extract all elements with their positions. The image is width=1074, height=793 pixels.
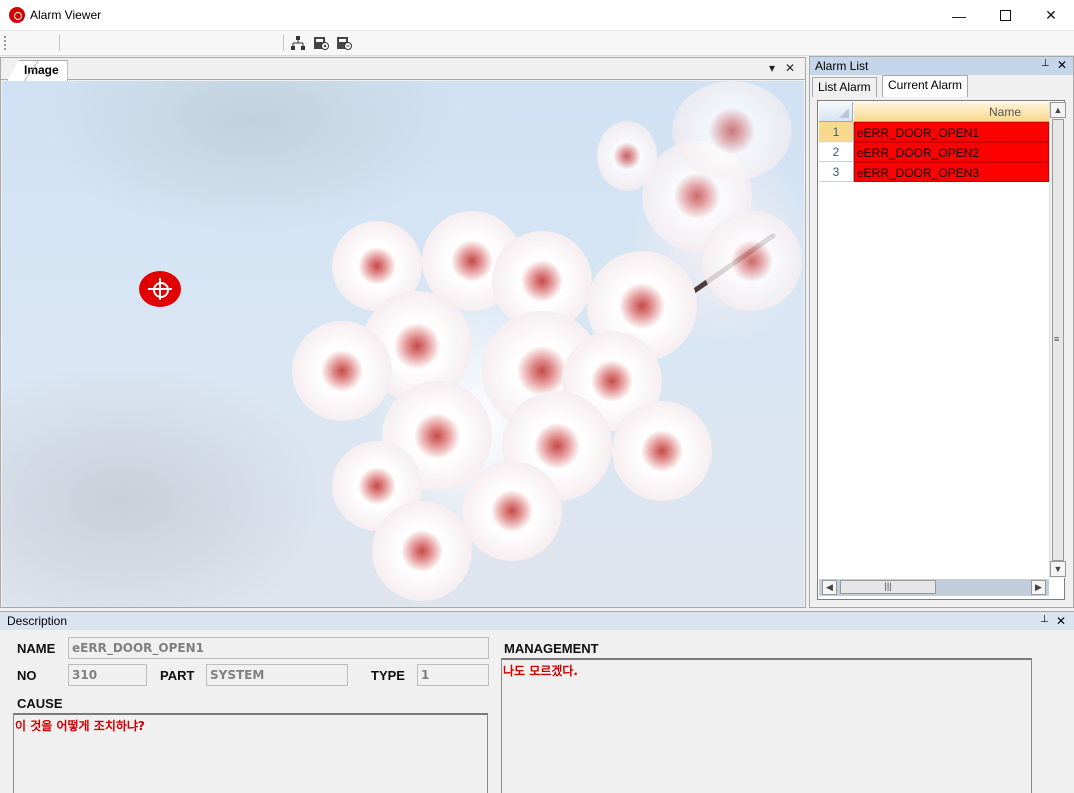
dropdown-icon[interactable]: ▾ (769, 61, 775, 75)
cause-textarea[interactable]: 이 것을 어떻게 조치하냐? (13, 713, 488, 793)
minimize-button[interactable]: — (936, 0, 982, 31)
maximize-icon (999, 10, 1011, 21)
vertical-scroll-thumb[interactable]: ≡ (1052, 119, 1064, 561)
tab-image[interactable]: Image (7, 60, 68, 81)
horizontal-scroll-thumb[interactable]: ||| (840, 580, 936, 594)
crosshair-marker-icon[interactable] (139, 271, 181, 307)
cause-label: CAUSE (17, 696, 63, 711)
part-field[interactable]: SYSTEM (206, 664, 348, 686)
device-config-icon[interactable] (336, 35, 352, 51)
alarm-name-cell[interactable]: eERR_DOOR_OPEN2 (854, 142, 1049, 162)
row-number: 3 (819, 162, 854, 182)
tab-current-alarm[interactable]: Current Alarm (882, 75, 969, 97)
description-panel: Description ⊥ ✕ NAME eERR_DOOR_OPEN1 NO … (0, 611, 1074, 793)
table-row[interactable]: 1 eERR_DOOR_OPEN1 (819, 122, 1049, 142)
table-row[interactable]: 2 eERR_DOOR_OPEN2 (819, 142, 1049, 162)
app-icon (9, 7, 25, 23)
name-field[interactable]: eERR_DOOR_OPEN1 (68, 637, 489, 659)
blossom (597, 121, 657, 191)
description-title: Description (7, 614, 68, 628)
blossom-photo[interactable] (2, 81, 804, 607)
type-label: TYPE (371, 668, 405, 683)
vertical-scrollbar[interactable]: ▲ ≡ ▼ (1049, 102, 1066, 578)
blossom (702, 211, 802, 311)
management-label: MANAGEMENT (504, 641, 599, 656)
pin-icon[interactable]: ⊥ (1040, 614, 1049, 625)
close-panel-icon[interactable]: ✕ (1057, 58, 1067, 72)
device-settings-icon[interactable] (313, 35, 329, 51)
window-title: Alarm Viewer (30, 8, 102, 22)
toolbar-grip[interactable] (4, 36, 6, 50)
management-textarea[interactable]: 나도 모르겠다. (501, 658, 1032, 793)
row-number: 2 (819, 142, 854, 162)
network-icon[interactable] (290, 35, 306, 51)
scroll-right-icon[interactable]: ▶ (1031, 580, 1046, 595)
grip-icon: ≡ (1054, 334, 1060, 344)
image-tab-strip: Image ▾ ✕ (1, 58, 805, 81)
pin-icon[interactable]: ⊥ (1041, 58, 1050, 69)
name-label: NAME (17, 641, 56, 656)
row-number: 1 (819, 122, 854, 142)
horizontal-scrollbar[interactable]: ◀ ||| ▶ (819, 579, 1049, 596)
image-panel: Image ▾ ✕ (0, 57, 806, 608)
scroll-down-icon[interactable]: ▼ (1050, 561, 1066, 577)
alarm-list-title: Alarm List (815, 59, 869, 73)
blossom (672, 81, 792, 181)
alarm-tabs: List Alarm Current Alarm (812, 75, 1072, 97)
title-bar: Alarm Viewer — ✕ (0, 0, 1074, 31)
column-header-name[interactable]: Name (854, 102, 1049, 122)
blossom (372, 501, 472, 601)
alarm-grid: Name 1 eERR_DOOR_OPEN1 2 eERR_DOOR_OPEN2… (817, 100, 1066, 600)
maximize-button[interactable] (982, 0, 1028, 31)
toolbar-separator (283, 35, 284, 51)
no-label: NO (17, 668, 37, 683)
no-field[interactable]: 310 (68, 664, 147, 686)
blossom (612, 401, 712, 501)
tab-list-alarm[interactable]: List Alarm (812, 77, 877, 97)
type-field[interactable]: 1 (417, 664, 489, 686)
grid-select-all[interactable] (819, 102, 853, 122)
alarm-list-header: Alarm List ⊥ ✕ (810, 57, 1073, 75)
alarm-name-cell[interactable]: eERR_DOOR_OPEN3 (854, 162, 1049, 182)
alarm-name-cell[interactable]: eERR_DOOR_OPEN1 (854, 122, 1049, 142)
part-label: PART (160, 668, 195, 683)
blossom (462, 461, 562, 561)
alarm-list-panel: Alarm List ⊥ ✕ List Alarm Current Alarm … (809, 56, 1074, 608)
table-row[interactable]: 3 eERR_DOOR_OPEN3 (819, 162, 1049, 182)
close-button[interactable]: ✕ (1028, 0, 1074, 31)
toolbar-separator (59, 35, 60, 51)
description-header: Description ⊥ ✕ (0, 612, 1074, 630)
scroll-left-icon[interactable]: ◀ (822, 580, 837, 595)
close-panel-icon[interactable]: ✕ (1056, 614, 1066, 628)
scroll-up-icon[interactable]: ▲ (1050, 102, 1066, 118)
blossom (292, 321, 392, 421)
close-panel-icon[interactable]: ✕ (785, 61, 795, 75)
toolbar (0, 31, 1074, 56)
crosshair-line (148, 288, 172, 290)
